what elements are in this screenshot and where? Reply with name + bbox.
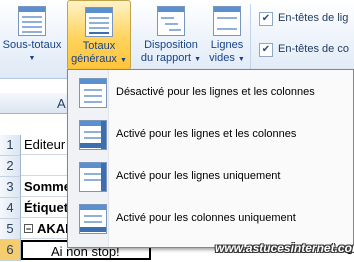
- chevron-down-icon: ▼: [237, 56, 245, 63]
- row-header[interactable]: 4: [0, 198, 21, 219]
- blank-rows-button[interactable]: Lignes vides ▼: [207, 0, 247, 66]
- grand-totals-button[interactable]: Totaux généraux ▼: [67, 0, 131, 70]
- grand-totals-menu: Désactivé pour les lignes et les colonne…: [67, 69, 354, 248]
- grand-totals-on-icon: [79, 120, 107, 150]
- row-header[interactable]: 5: [0, 219, 21, 240]
- subtotals-icon: [18, 6, 46, 36]
- col-headers-label: En-têtes de co: [278, 43, 349, 55]
- menu-item-off-rows-columns[interactable]: Désactivé pour les lignes et les colonne…: [71, 75, 349, 111]
- chevron-down-icon: ▼: [120, 57, 127, 64]
- grand-totals-rows-icon: [79, 162, 107, 192]
- grand-totals-off-icon: [79, 78, 107, 108]
- subtotals-button[interactable]: Sous-totaux ▼: [0, 0, 64, 65]
- report-layout-icon: [157, 6, 185, 36]
- blank-rows-icon: [213, 6, 241, 36]
- subtotals-label: Sous-totaux: [2, 39, 62, 51]
- menu-item-label: Activé pour les lignes et les colonnes: [116, 128, 297, 140]
- menu-item-on-columns-only[interactable]: Activé pour les colonnes uniquement: [71, 201, 349, 237]
- row-header[interactable]: 2: [0, 156, 21, 177]
- menu-item-label: Désactivé pour les lignes et les colonne…: [116, 86, 315, 98]
- chevron-down-icon: ▼: [194, 56, 202, 63]
- row-headers-checkbox[interactable]: ✔: [259, 12, 273, 26]
- grand-totals-label-2: généraux: [71, 53, 117, 65]
- report-layout-button[interactable]: Disposition du rapport ▼: [136, 0, 206, 66]
- blank-rows-label-1: Lignes: [210, 39, 244, 51]
- menu-item-label: Activé pour les lignes uniquement: [116, 170, 281, 182]
- chevron-down-icon: ▼: [28, 55, 36, 62]
- ribbon-separator: [250, 4, 251, 70]
- watermark: www.astucesinternet.com: [215, 241, 354, 255]
- row-header[interactable]: 1: [0, 135, 21, 156]
- report-layout-label-1: Disposition: [144, 39, 198, 51]
- grand-totals-icon: [85, 7, 113, 37]
- blank-rows-label-2: vides: [209, 52, 235, 64]
- grand-totals-columns-icon: [79, 204, 107, 234]
- column-header-a[interactable]: A: [57, 96, 66, 111]
- col-headers-checkbox[interactable]: ✔: [259, 43, 273, 57]
- menu-item-on-rows-only[interactable]: Activé pour les lignes uniquement: [71, 159, 349, 195]
- ribbon: Sous-totaux ▼ Totaux généraux ▼ Disposit…: [0, 0, 354, 79]
- menu-item-label: Activé pour les colonnes uniquement: [116, 212, 296, 224]
- collapse-icon[interactable]: −: [24, 224, 33, 234]
- row-headers-label: En-têtes de lig: [278, 12, 349, 24]
- row-header[interactable]: 3: [0, 177, 21, 198]
- row-header[interactable]: 6: [0, 240, 21, 261]
- grand-totals-label-1: Totaux: [82, 40, 116, 52]
- menu-item-on-rows-columns[interactable]: Activé pour les lignes et les colonnes: [71, 117, 349, 153]
- report-layout-label-2: du rapport: [140, 52, 192, 64]
